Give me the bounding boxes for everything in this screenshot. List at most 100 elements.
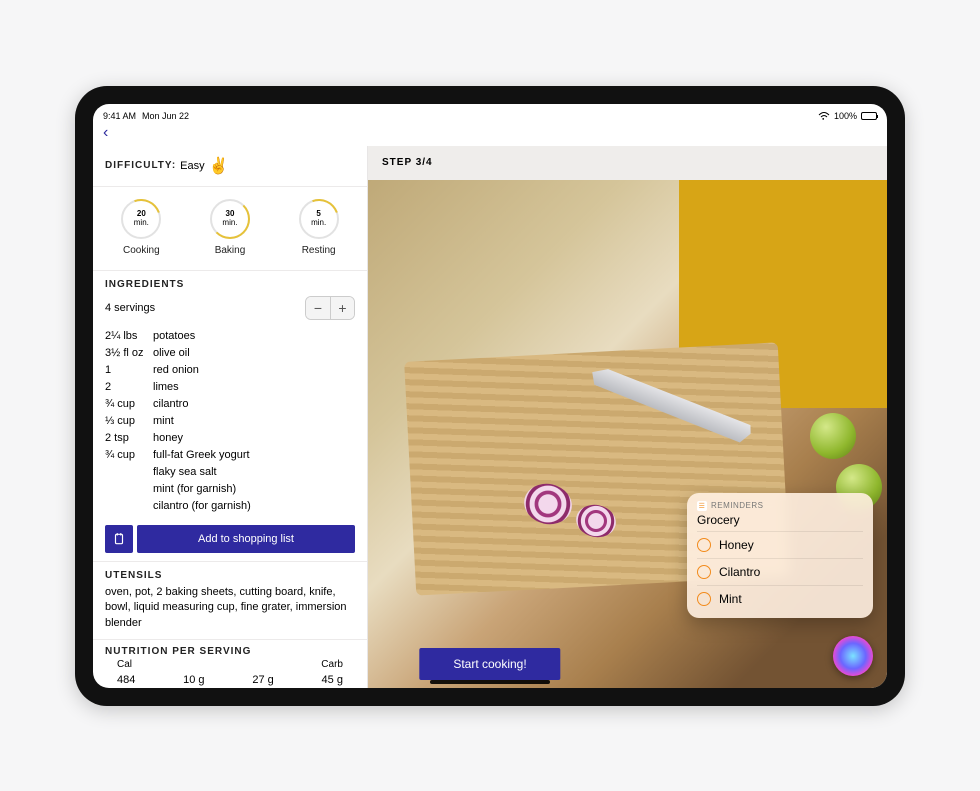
utensils-title: UTENSILS — [105, 570, 355, 581]
reminders-widget[interactable]: ☰ REMINDERS Grocery Honey Cilantro Mint — [687, 493, 873, 618]
ingredient-row: 1red onion — [105, 362, 355, 379]
step-label: STEP 3/4 — [382, 157, 433, 168]
ingredient-qty: 3½ fl oz — [105, 345, 153, 362]
status-date: Mon Jun 22 — [142, 111, 189, 121]
screen: 9:41 AM Mon Jun 22 100% ‹ DIFFICULTY: Ea… — [93, 104, 887, 688]
ingredient-name: mint (for garnish) — [153, 481, 236, 498]
timer-unit: min. — [311, 218, 326, 227]
timers-row: 20min. Cooking 30min. Baking 5min. Resti… — [93, 187, 367, 271]
ingredient-qty: 2 tsp — [105, 430, 153, 447]
timer-unit: min. — [222, 218, 237, 227]
shopping-list-icon[interactable] — [105, 525, 133, 553]
servings-label: 4 servings — [105, 302, 155, 314]
servings-minus-button[interactable]: − — [306, 297, 330, 319]
reminder-circle-icon[interactable] — [697, 592, 711, 606]
siri-button[interactable] — [833, 636, 873, 676]
timer-val: 30 — [226, 209, 235, 218]
step-photo: ☰ REMINDERS Grocery Honey Cilantro Mint — [368, 180, 887, 688]
nav-bar: ‹ — [93, 124, 887, 146]
nutrition-v1: 10 g — [183, 674, 204, 686]
ingredient-row: 2limes — [105, 379, 355, 396]
timer-val: 20 — [137, 209, 146, 218]
difficulty-value: Easy — [180, 160, 204, 172]
timer-unit: min. — [134, 218, 149, 227]
ingredient-name: olive oil — [153, 345, 190, 362]
reminders-app-icon: ☰ — [697, 501, 707, 511]
ingredient-name: red onion — [153, 362, 199, 379]
reminder-text: Honey — [719, 538, 754, 552]
timer-label: Baking — [190, 245, 270, 256]
ingredient-row: ¾ cupcilantro — [105, 396, 355, 413]
ingredient-qty: 2 — [105, 379, 153, 396]
reminder-text: Cilantro — [719, 565, 760, 579]
ingredient-qty: ¾ cup — [105, 396, 153, 413]
ingredient-qty: 1 — [105, 362, 153, 379]
reminders-list-title: Grocery — [697, 513, 863, 527]
utensils-section: UTENSILS oven, pot, 2 baking sheets, cut… — [93, 562, 367, 640]
reminder-item[interactable]: Honey — [697, 531, 863, 558]
ingredient-qty: ¾ cup — [105, 447, 153, 464]
ingredient-row: flaky sea salt — [105, 464, 355, 481]
ingredient-name: limes — [153, 379, 179, 396]
ingredient-name: honey — [153, 430, 183, 447]
nutrition-title: NUTRITION PER SERVING — [105, 646, 355, 657]
reminder-text: Mint — [719, 592, 742, 606]
ingredients-section: INGREDIENTS 4 servings − + 2¼ lbspotatoe… — [93, 271, 367, 563]
ingredient-name: cilantro (for garnish) — [153, 498, 251, 515]
ingredient-row: 2 tsphoney — [105, 430, 355, 447]
timer-val: 5 — [316, 209, 320, 218]
timer-cooking: 20min. Cooking — [101, 199, 181, 256]
ingredients-list: 2¼ lbspotatoes3½ fl ozolive oil1red onio… — [105, 328, 355, 516]
status-time: 9:41 AM — [103, 111, 136, 121]
reminder-circle-icon[interactable] — [697, 538, 711, 552]
nutrition-section: NUTRITION PER SERVING Cal Carb 484 10 g … — [93, 640, 367, 687]
utensils-text: oven, pot, 2 baking sheets, cutting boar… — [105, 581, 355, 631]
nutrition-cal: 484 — [117, 674, 135, 686]
servings-stepper: − + — [305, 296, 355, 320]
ingredient-name: flaky sea salt — [153, 464, 217, 481]
wifi-icon — [818, 112, 830, 120]
recipe-sidebar: DIFFICULTY: Easy ✌️ 20min. Cooking 30min… — [93, 146, 368, 688]
peace-emoji-icon: ✌️ — [209, 156, 229, 176]
ingredient-qty: 2¼ lbs — [105, 328, 153, 345]
timer-resting: 5min. Resting — [279, 199, 359, 256]
step-indicator: STEP 3/4 — [368, 146, 887, 180]
timer-label: Cooking — [101, 245, 181, 256]
ingredient-qty: ⅓ cup — [105, 413, 153, 430]
servings-plus-button[interactable]: + — [330, 297, 354, 319]
ingredient-row: ¾ cupfull-fat Greek yogurt — [105, 447, 355, 464]
ingredient-qty — [105, 464, 153, 481]
battery-icon — [861, 112, 877, 120]
start-cooking-button[interactable]: Start cooking! — [419, 648, 560, 680]
nutrition-v2: 27 g — [252, 674, 273, 686]
battery-percent: 100% — [834, 111, 857, 121]
step-panel: STEP 3/4 ☰ REMINDERS Grocery — [368, 146, 887, 688]
reminder-circle-icon[interactable] — [697, 565, 711, 579]
status-bar: 9:41 AM Mon Jun 22 100% — [93, 104, 887, 124]
nutrition-carb: 45 g — [322, 674, 343, 686]
ipad-device-frame: 9:41 AM Mon Jun 22 100% ‹ DIFFICULTY: Ea… — [75, 86, 905, 706]
add-to-shopping-list-button[interactable]: Add to shopping list — [137, 525, 355, 553]
ingredients-title: INGREDIENTS — [105, 279, 355, 290]
nutrition-col-cal: Cal — [117, 659, 132, 670]
ingredient-qty — [105, 498, 153, 515]
ingredient-name: cilantro — [153, 396, 188, 413]
ingredient-row: mint (for garnish) — [105, 481, 355, 498]
ingredient-name: mint — [153, 413, 174, 430]
difficulty-label: DIFFICULTY: — [105, 160, 176, 171]
timer-baking: 30min. Baking — [190, 199, 270, 256]
reminder-item[interactable]: Cilantro — [697, 558, 863, 585]
ingredient-row: cilantro (for garnish) — [105, 498, 355, 515]
reminder-item[interactable]: Mint — [697, 585, 863, 612]
ingredient-name: potatoes — [153, 328, 195, 345]
ingredient-row: 2¼ lbspotatoes — [105, 328, 355, 345]
difficulty-row: DIFFICULTY: Easy ✌️ — [93, 146, 367, 187]
nutrition-col-carb: Carb — [321, 659, 343, 670]
back-button[interactable]: ‹ — [103, 124, 108, 141]
ingredient-row: ⅓ cupmint — [105, 413, 355, 430]
ingredient-name: full-fat Greek yogurt — [153, 447, 250, 464]
ingredient-row: 3½ fl ozolive oil — [105, 345, 355, 362]
timer-label: Resting — [279, 245, 359, 256]
home-indicator[interactable] — [430, 680, 550, 684]
reminders-app-label: REMINDERS — [711, 501, 764, 510]
